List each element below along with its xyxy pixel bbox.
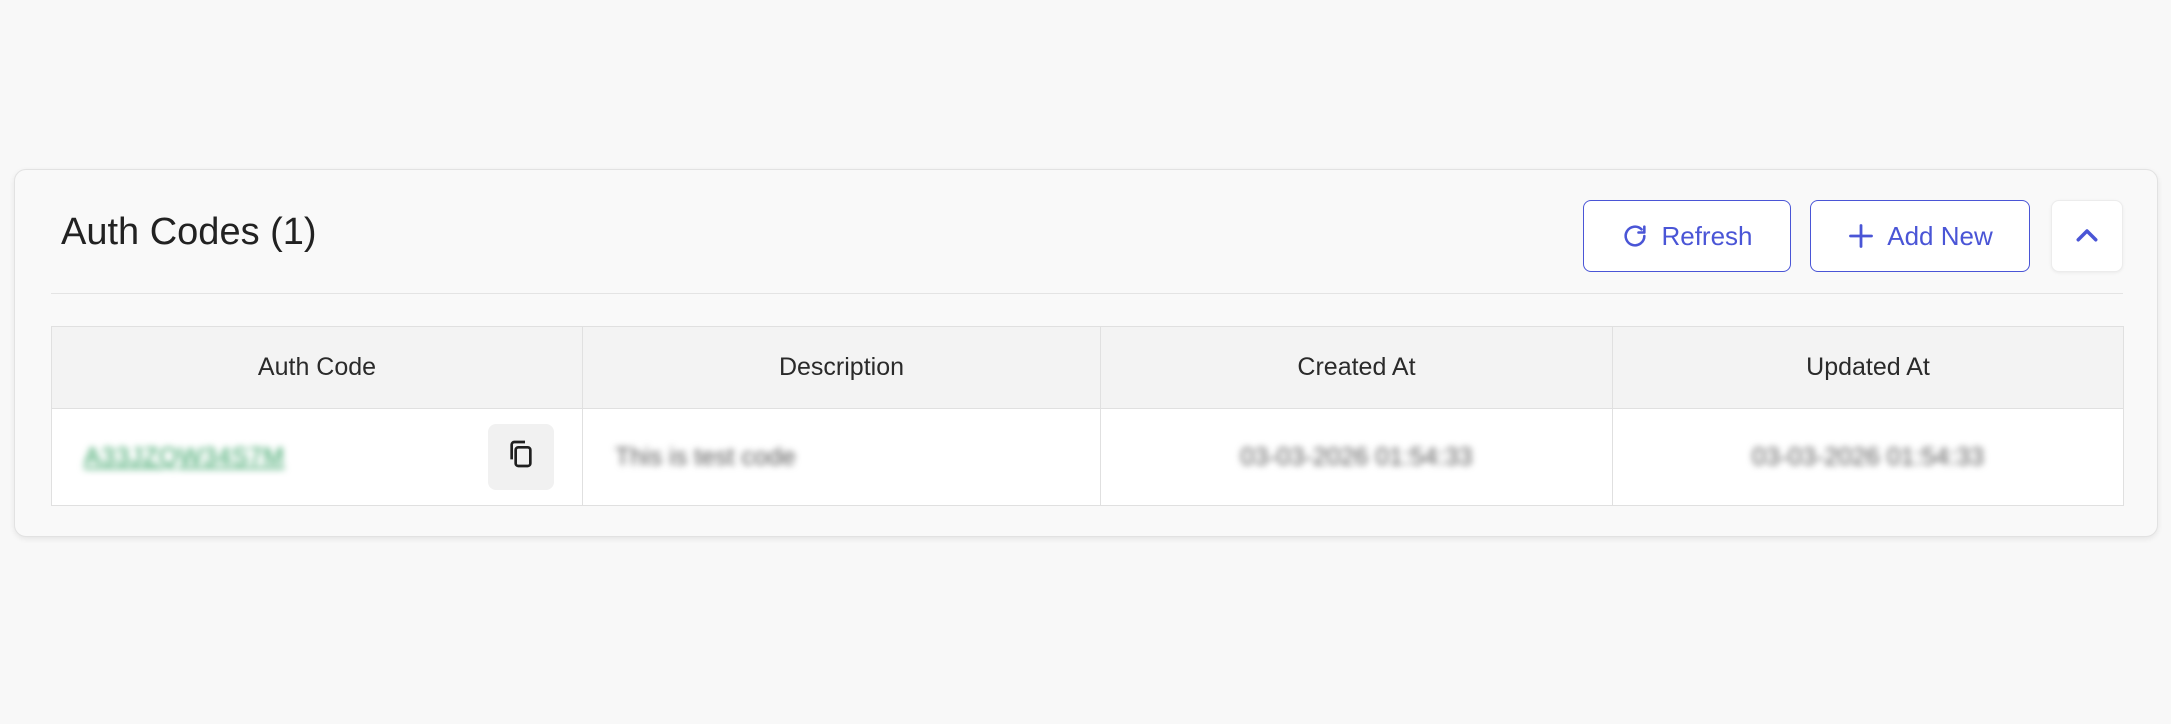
collapse-button[interactable] bbox=[2051, 200, 2123, 272]
copy-icon bbox=[505, 438, 537, 477]
updated-at-text: 03-03-2026 01:54:33 bbox=[1751, 442, 1985, 471]
table-header-row: Auth Code Description Created At Updated… bbox=[52, 327, 2123, 409]
panel-title: Auth Codes (1) bbox=[61, 211, 317, 253]
refresh-button[interactable]: Refresh bbox=[1583, 200, 1791, 272]
column-header-updated-at[interactable]: Updated At bbox=[1613, 327, 2123, 408]
column-header-description[interactable]: Description bbox=[583, 327, 1101, 408]
table-row: A33JZQW34S7M This is test code 03-03-202… bbox=[52, 409, 2123, 505]
auth-code-link[interactable]: A33JZQW34S7M bbox=[84, 443, 285, 472]
auth-code-cell: A33JZQW34S7M bbox=[52, 409, 583, 505]
refresh-icon bbox=[1621, 222, 1649, 250]
plus-icon bbox=[1847, 222, 1875, 250]
column-header-created-at[interactable]: Created At bbox=[1101, 327, 1613, 408]
chevron-up-icon bbox=[2072, 221, 2102, 251]
description-cell: This is test code bbox=[583, 409, 1101, 505]
add-new-label: Add New bbox=[1887, 220, 1993, 251]
copy-button[interactable] bbox=[488, 424, 554, 490]
description-text: This is test code bbox=[615, 442, 796, 471]
column-header-auth-code[interactable]: Auth Code bbox=[52, 327, 583, 408]
auth-codes-table: Auth Code Description Created At Updated… bbox=[51, 326, 2124, 506]
auth-codes-panel: Auth Codes (1) Refresh Add New Auth Code… bbox=[14, 169, 2158, 537]
refresh-label: Refresh bbox=[1661, 220, 1753, 251]
created-at-text: 03-03-2026 01:54:33 bbox=[1240, 442, 1473, 471]
updated-at-cell: 03-03-2026 01:54:33 bbox=[1613, 409, 2123, 505]
panel-header: Auth Codes (1) Refresh Add New bbox=[51, 200, 2123, 294]
add-new-button[interactable]: Add New bbox=[1810, 200, 2030, 272]
created-at-cell: 03-03-2026 01:54:33 bbox=[1101, 409, 1613, 505]
